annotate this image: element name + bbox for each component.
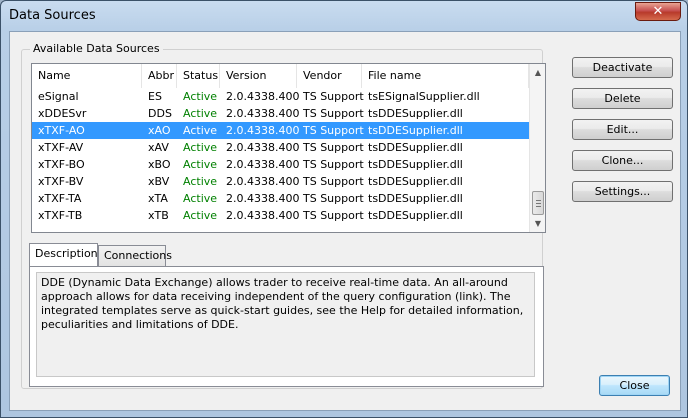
cell-vendor: TS Support [303, 90, 364, 103]
cell-file-name: tsDDESupplier.dll [368, 175, 463, 188]
cell-file-name: tsESignalSupplier.dll [368, 90, 480, 103]
cell-name: xTXF-TB [38, 209, 83, 222]
cell-file-name: tsDDESupplier.dll [368, 141, 463, 154]
cell-vendor: TS Support [303, 175, 364, 188]
data-sources-window: Data Sources ✕ Available Data Sources Na… [0, 0, 688, 418]
list-header: Name Abbr Status Version Vendor File nam… [32, 64, 529, 88]
close-button[interactable]: Close [599, 375, 670, 396]
grip-line [536, 200, 541, 201]
cell-abbr: xBO [148, 158, 171, 171]
cell-abbr: DDS [148, 107, 172, 120]
table-row[interactable]: xTXF-TB xTB Active 2.0.4338.400 TS Support ts… [32, 207, 529, 224]
cell-vendor: TS Support [303, 107, 364, 120]
clone-button[interactable]: Clone... [572, 150, 673, 171]
cell-status: Active [183, 90, 218, 103]
settings-button[interactable]: Settings... [572, 181, 673, 202]
window-title: Data Sources [9, 8, 96, 23]
column-header-abbr[interactable]: Abbr [142, 64, 177, 88]
data-sources-list[interactable]: Name Abbr Status Version Vendor File nam… [31, 63, 546, 233]
cell-name: xTXF-TA [38, 192, 82, 205]
cell-name: xTXF-BO [38, 158, 85, 171]
cell-file-name: tsDDESupplier.dll [368, 192, 463, 205]
cell-name: xDDESvr [38, 107, 87, 120]
cell-abbr: xTA [148, 192, 168, 205]
table-row[interactable]: xTXF-AV xAV Active 2.0.4338.400 TS Support ts… [32, 139, 529, 156]
cell-version: 2.0.4338.400 [226, 192, 300, 205]
column-header-name[interactable]: Name [32, 64, 142, 88]
scroll-thumb[interactable] [532, 191, 544, 215]
column-header-file-name[interactable]: File name [362, 64, 529, 88]
dialog-client-area: Available Data Sources Name Abbr Status … [9, 31, 681, 411]
column-header-vendor[interactable]: Vendor [297, 64, 362, 88]
cell-version: 2.0.4338.400 [226, 209, 300, 222]
cell-status: Active [183, 192, 218, 205]
edit-button[interactable]: Edit... [572, 119, 673, 140]
delete-button[interactable]: Delete [572, 88, 673, 109]
column-header-version[interactable]: Version [220, 64, 297, 88]
cell-version: 2.0.4338.400 [226, 124, 300, 137]
grip-line [536, 206, 541, 207]
description-panel: DDE (Dynamic Data Exchange) allows trade… [29, 266, 544, 387]
table-row[interactable]: xTXF-BO xBO Active 2.0.4338.400 TS Support ts… [32, 156, 529, 173]
cell-name: xTXF-BV [38, 175, 84, 188]
cell-name: xTXF-AV [38, 141, 84, 154]
description-text: DDE (Dynamic Data Exchange) allows trade… [36, 272, 535, 377]
list-vertical-scrollbar[interactable]: ▲ ▼ [529, 64, 545, 232]
cell-status: Active [183, 209, 218, 222]
cell-vendor: TS Support [303, 209, 364, 222]
scroll-down-arrow-icon[interactable]: ▼ [530, 215, 545, 232]
cell-abbr: xAO [148, 124, 171, 137]
cell-status: Active [183, 158, 218, 171]
cell-file-name: tsDDESupplier.dll [368, 107, 463, 120]
cell-name: eSignal [38, 90, 79, 103]
table-row[interactable]: xTXF-TA xTA Active 2.0.4338.400 TS Support ts… [32, 190, 529, 207]
cell-version: 2.0.4338.400 [226, 158, 300, 171]
cell-abbr: xAV [148, 141, 169, 154]
cell-abbr: xBV [148, 175, 170, 188]
table-row[interactable]: xTXF-AO xAO Active 2.0.4338.400 TS Support ts… [32, 122, 529, 139]
cell-vendor: TS Support [303, 192, 364, 205]
deactivate-button[interactable]: Deactivate [572, 57, 673, 78]
cell-file-name: tsDDESupplier.dll [368, 158, 463, 171]
cell-status: Active [183, 141, 218, 154]
title-bar: Data Sources ✕ [1, 1, 687, 31]
scroll-up-arrow-icon[interactable]: ▲ [530, 64, 545, 81]
table-row[interactable]: eSignal ES Active 2.0.4338.400 TS Support tsE… [32, 88, 529, 105]
cell-version: 2.0.4338.400 [226, 107, 300, 120]
cell-vendor: TS Support [303, 141, 364, 154]
group-title: Available Data Sources [30, 42, 163, 55]
table-row[interactable]: xDDESvr DDS Active 2.0.4338.400 TS Support ts… [32, 105, 529, 122]
cell-abbr: xTB [148, 209, 169, 222]
grip-line [536, 203, 541, 204]
window-close-button[interactable]: ✕ [635, 2, 681, 21]
cell-file-name: tsDDESupplier.dll [368, 209, 463, 222]
tab-connections[interactable]: Connections [98, 245, 172, 266]
table-row[interactable]: xTXF-BV xBV Active 2.0.4338.400 TS Support ts… [32, 173, 529, 190]
cell-version: 2.0.4338.400 [226, 175, 300, 188]
cell-file-name: tsDDESupplier.dll [368, 124, 463, 137]
cell-abbr: ES [148, 90, 162, 103]
cell-vendor: TS Support [303, 158, 364, 171]
cell-status: Active [183, 124, 218, 137]
cell-version: 2.0.4338.400 [226, 90, 300, 103]
cell-status: Active [183, 175, 218, 188]
cell-name: xTXF-AO [38, 124, 85, 137]
cell-status: Active [183, 107, 218, 120]
cell-version: 2.0.4338.400 [226, 141, 300, 154]
cell-vendor: TS Support [303, 124, 364, 137]
tab-description[interactable]: Description [29, 243, 98, 266]
column-header-status[interactable]: Status [177, 64, 220, 88]
